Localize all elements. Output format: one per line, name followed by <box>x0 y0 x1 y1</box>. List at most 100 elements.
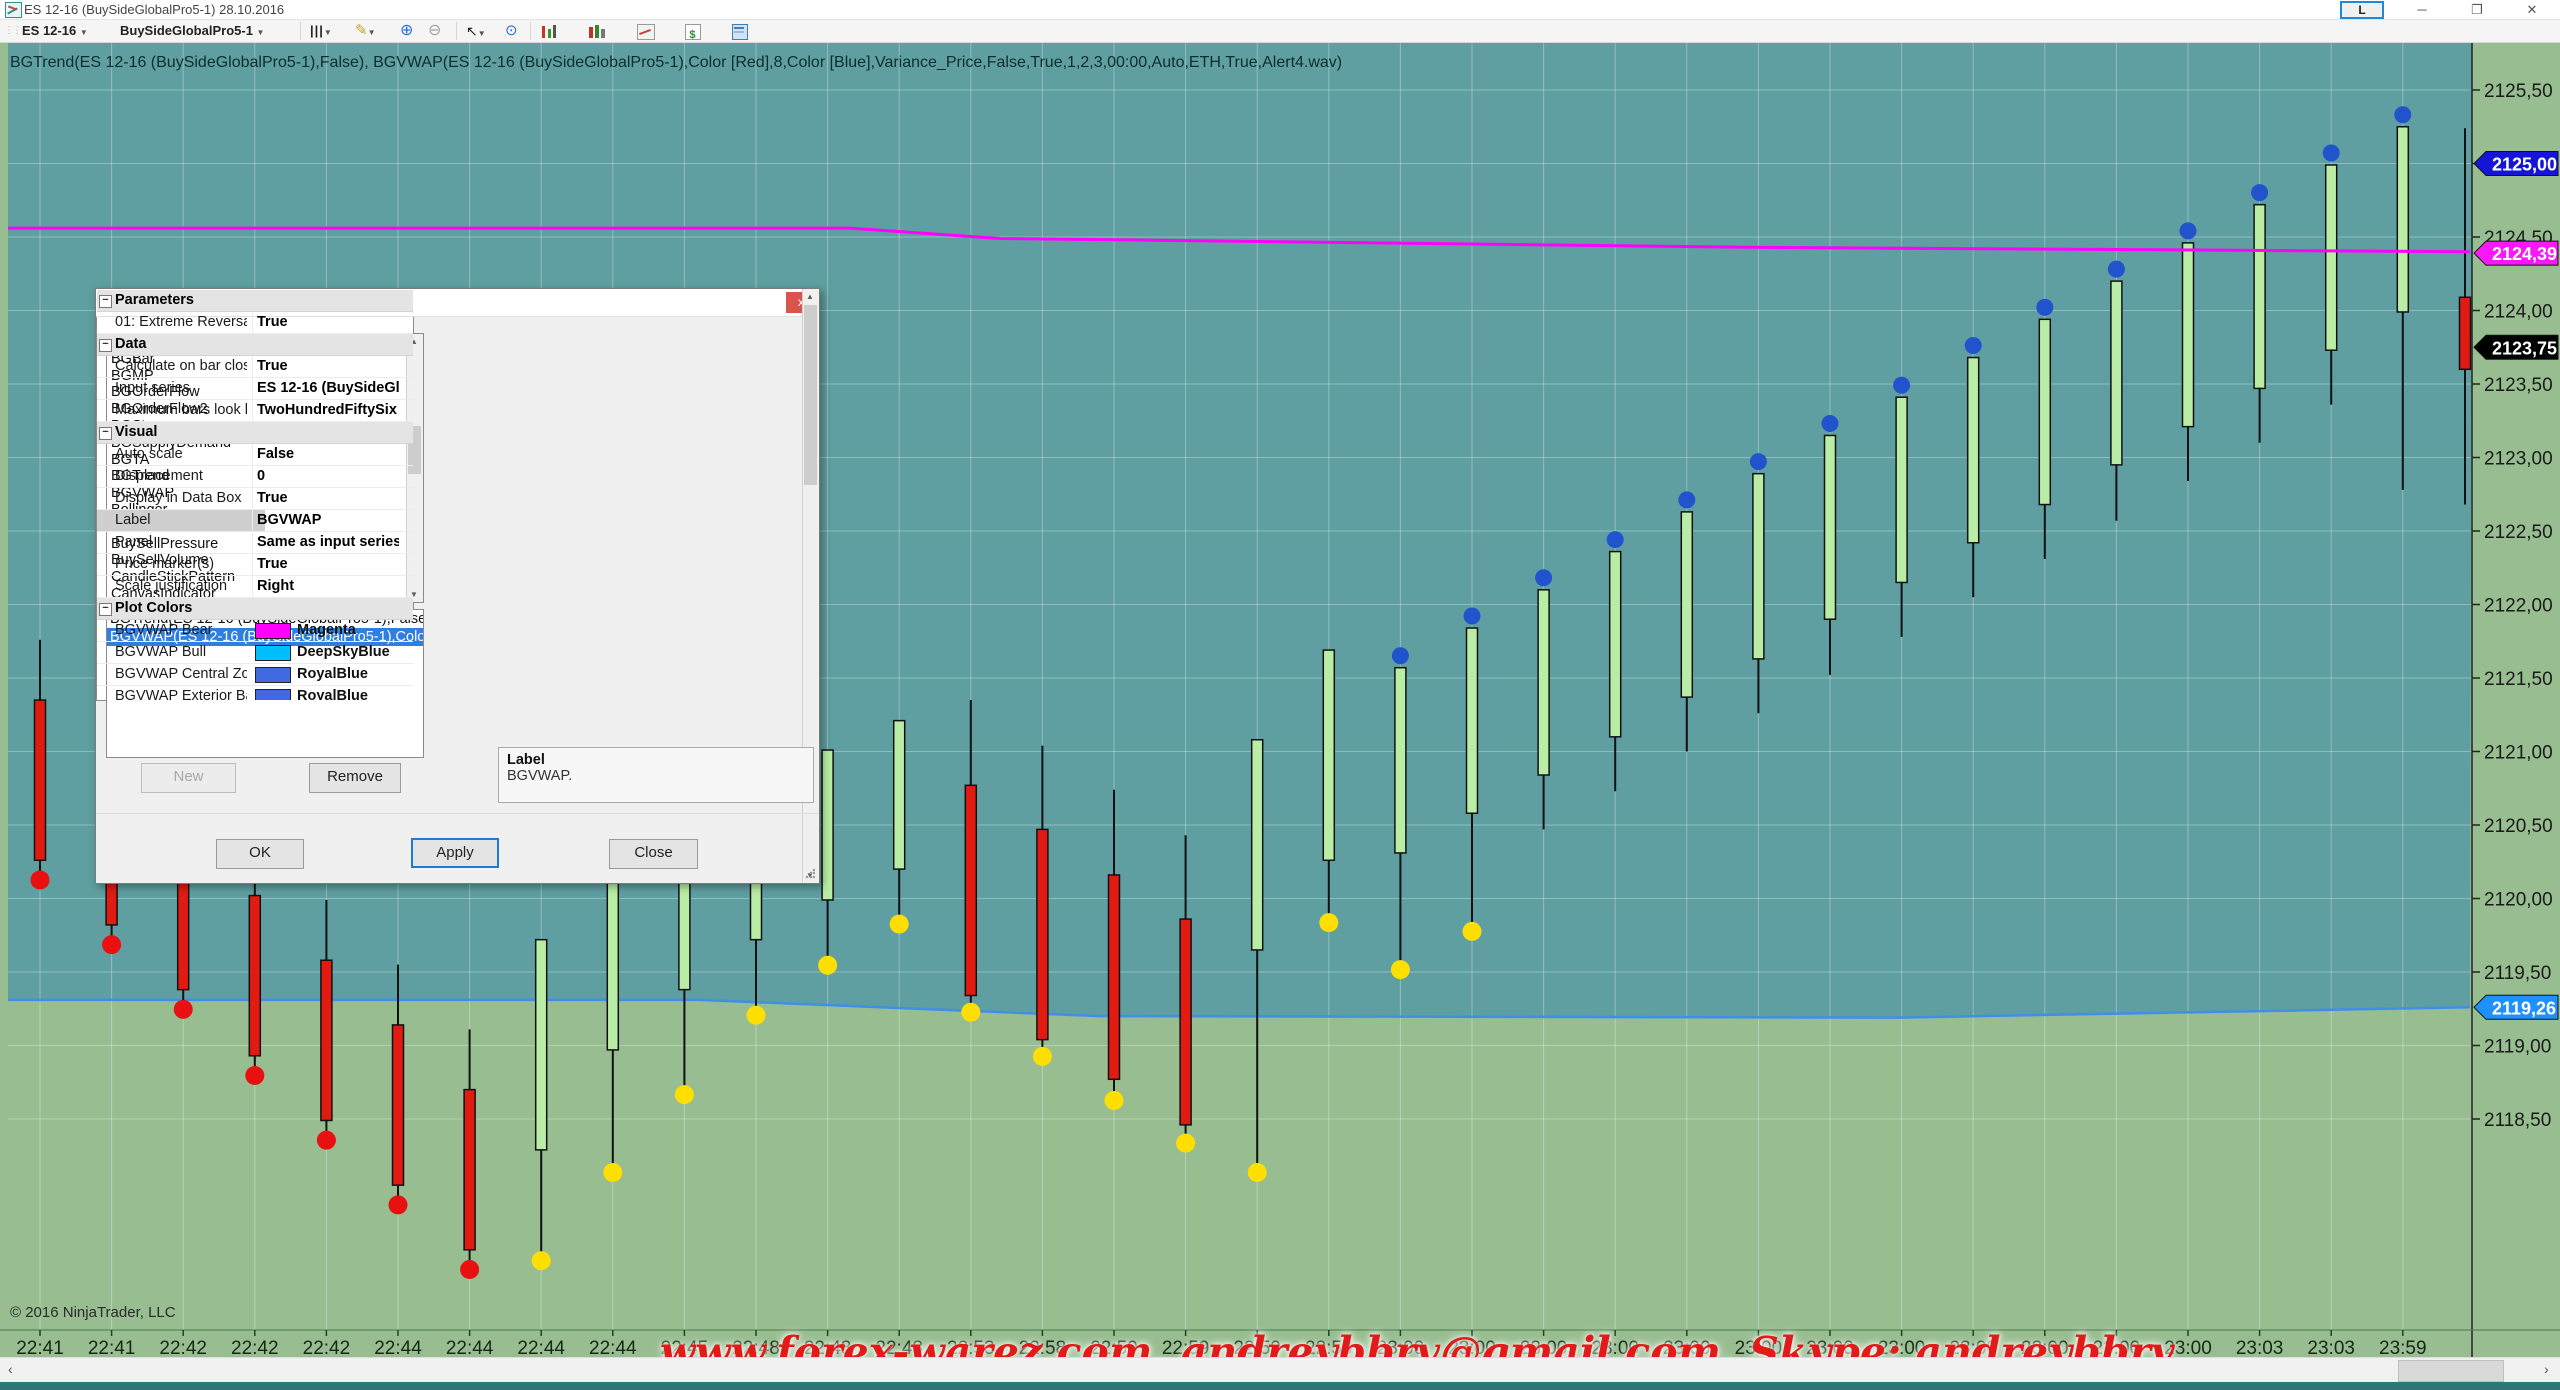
color-swatch[interactable] <box>255 689 291 701</box>
color-swatch[interactable] <box>255 623 291 639</box>
price-tick-label: 2119,50 <box>2484 963 2551 984</box>
property-row[interactable]: Maximum bars look lTwoHundredFiftySix <box>97 400 413 422</box>
remove-button[interactable]: Remove <box>309 763 401 793</box>
collapse-icon[interactable]: − <box>99 603 112 616</box>
price-tick-label: 2124,00 <box>2484 302 2553 323</box>
property-row[interactable]: LabelBGVWAP <box>97 510 413 532</box>
close-button[interactable]: ✕ <box>2510 0 2554 19</box>
mini-chart-icon[interactable] <box>637 24 655 40</box>
plot-color-row[interactable]: BGVWAP BearMagenta <box>97 620 413 642</box>
bull-candle-body <box>822 750 833 900</box>
bull-candle-body <box>1681 512 1692 697</box>
minimize-button[interactable]: ─ <box>2400 0 2444 19</box>
zoom-in-icon[interactable]: ⊕ <box>400 20 413 42</box>
yellow-trend-dot <box>890 915 909 934</box>
zoom-out-icon[interactable]: ⊖ <box>428 20 441 42</box>
description-text: BGVWAP. <box>507 768 805 784</box>
new-button[interactable]: New <box>141 763 236 793</box>
bull-candle-body <box>2397 127 2408 312</box>
property-row[interactable]: 01: Extreme ReversaTrue <box>97 312 413 334</box>
bull-candle-body <box>1467 628 1478 813</box>
time-tick-label: 22:42 <box>159 1338 207 1359</box>
instrument-selector[interactable]: ES 12-16 ▼ <box>22 20 88 42</box>
price-marker-badge: 2125,00 <box>2474 152 2558 176</box>
bull-candle-body <box>2183 243 2194 427</box>
time-tick-label: 22:42 <box>231 1338 279 1359</box>
price-tick-label: 2118,50 <box>2484 1110 2551 1131</box>
scroll-right-icon[interactable]: › <box>2544 1361 2549 1377</box>
property-row[interactable]: Auto scaleFalse <box>97 444 413 466</box>
plot-color-row[interactable]: BGVWAP BullDeepSkyBlue <box>97 642 413 664</box>
bear-candle-body <box>35 700 46 860</box>
property-group-header[interactable]: −Visual <box>97 422 413 444</box>
time-tick-label: 22:44 <box>517 1338 565 1359</box>
property-row[interactable]: Price marker(s)True <box>97 554 413 576</box>
property-group-header[interactable]: −Plot Colors <box>97 598 413 620</box>
indicator-properties-grid[interactable]: −Parameters01: Extreme ReversaTrue−DataC… <box>96 289 414 701</box>
interval-icon[interactable]: |||▼ <box>310 20 333 42</box>
color-swatch[interactable] <box>255 645 291 661</box>
price-marker-badge: 2119,26 <box>2474 995 2558 1019</box>
yellow-trend-dot <box>1463 922 1482 941</box>
window-bottom-edge <box>0 1382 2560 1390</box>
link-button[interactable]: L <box>2340 1 2384 19</box>
toolbar-grip-icon[interactable]: ⋮⋮ <box>4 20 20 42</box>
resize-grip[interactable] <box>805 869 815 879</box>
bull-candle-body <box>2326 165 2337 350</box>
collapse-icon[interactable]: − <box>99 295 112 308</box>
price-tick-label: 2125,50 <box>2484 81 2553 102</box>
bear-candle-body <box>965 785 976 995</box>
close-dialog-button[interactable]: Close <box>609 839 698 869</box>
property-row[interactable]: Displacement0 <box>97 466 413 488</box>
horizontal-scrollbar[interactable]: ‹ › <box>0 1357 2560 1383</box>
copyright-text: © 2016 NinjaTrader, LLC <box>10 1304 176 1321</box>
bear-candle-body <box>1109 875 1120 1079</box>
blue-trend-dot <box>2108 261 2125 278</box>
chart-style-icon[interactable] <box>588 24 606 40</box>
property-group-header[interactable]: −Data <box>97 334 413 356</box>
blue-trend-dot <box>2394 106 2411 123</box>
restore-button[interactable]: ❐ <box>2455 0 2499 19</box>
price-tick-label: 2123,50 <box>2484 375 2553 396</box>
blue-trend-dot <box>2323 144 2340 161</box>
property-group-header[interactable]: −Parameters <box>97 290 413 312</box>
color-swatch[interactable] <box>255 667 291 683</box>
dollar-icon[interactable]: $ <box>685 24 703 40</box>
blue-trend-dot <box>1607 531 1624 548</box>
bull-candle-body <box>2254 205 2265 389</box>
yellow-trend-dot <box>603 1163 622 1182</box>
property-row[interactable]: Display in Data BoxTrue <box>97 488 413 510</box>
property-row[interactable]: Calculate on bar closTrue <box>97 356 413 378</box>
price-tick-label: 2123,00 <box>2484 449 2553 470</box>
indicators-dialog: Indicators x BarTimerBGBarBGMPBGOrderFlo… <box>95 288 820 884</box>
ok-button[interactable]: OK <box>216 839 304 869</box>
plot-color-row[interactable]: BGVWAP Exterior BaRoyalBlue <box>97 686 413 701</box>
property-row[interactable]: PanelSame as input series <box>97 532 413 554</box>
svg-text:2119,26: 2119,26 <box>2492 998 2556 1018</box>
collapse-icon[interactable]: − <box>99 339 112 352</box>
cursor-icon[interactable]: ↖▼ <box>466 20 486 42</box>
bull-candle-body <box>1538 590 1549 775</box>
time-tick-label: 22:44 <box>374 1338 422 1359</box>
magnifier-icon[interactable]: ⊙ <box>505 20 518 42</box>
plot-color-row[interactable]: BGVWAP Central ZoRoyalBlue <box>97 664 413 686</box>
time-tick-label: 22:44 <box>446 1338 494 1359</box>
blue-trend-dot <box>1750 453 1767 470</box>
indicators-icon[interactable] <box>540 24 558 40</box>
scroll-left-icon[interactable]: ‹ <box>8 1361 13 1377</box>
blue-trend-dot <box>2036 299 2053 316</box>
apply-button[interactable]: Apply <box>411 838 499 868</box>
collapse-icon[interactable]: − <box>99 427 112 440</box>
property-row[interactable]: Input seriesES 12-16 (BuySideGl <box>97 378 413 400</box>
bull-candle-body <box>2111 281 2122 465</box>
yellow-trend-dot <box>1248 1163 1267 1182</box>
bear-candle-body <box>1180 919 1191 1125</box>
scrollbar-thumb[interactable] <box>2398 1360 2504 1382</box>
blue-trend-dot <box>1893 377 1910 394</box>
window-titlebar: ES 12-16 (BuySideGlobalPro5-1) 28.10.201… <box>0 0 2560 20</box>
bull-candle-body <box>1753 474 1764 659</box>
pencil-icon[interactable]: ✎▼ <box>355 20 376 42</box>
data-box-icon[interactable] <box>732 24 750 40</box>
series-selector[interactable]: BuySideGlobalPro5-1 ▼ <box>120 20 264 42</box>
property-row[interactable]: Scale justificationRight <box>97 576 413 598</box>
